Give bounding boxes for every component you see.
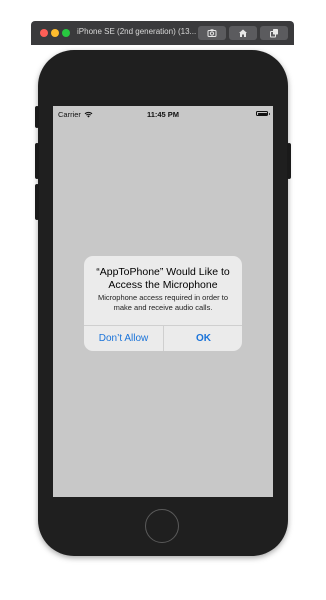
ok-button[interactable]: OK <box>164 326 242 351</box>
camera-icon <box>207 29 217 37</box>
home-button[interactable] <box>145 509 179 543</box>
device-screen: Carrier 11:45 PM “AppToPhone” Would Like… <box>53 106 273 497</box>
volume-up-button <box>35 143 39 179</box>
minimize-window-button[interactable] <box>51 29 59 37</box>
zoom-window-button[interactable] <box>62 29 70 37</box>
close-window-button[interactable] <box>40 29 48 37</box>
simulator-window: iPhone SE (2nd generation) (13... Carrie… <box>0 0 326 600</box>
home-icon <box>239 29 247 37</box>
alert-message: Microphone access required in order to m… <box>97 293 229 312</box>
rotate-button[interactable] <box>260 26 288 40</box>
screenshot-button[interactable] <box>198 26 226 40</box>
battery-cap <box>268 112 270 115</box>
dont-allow-button[interactable]: Don’t Allow <box>84 326 163 351</box>
status-time: 11:45 PM <box>146 110 180 119</box>
mute-switch <box>35 106 39 128</box>
status-bar: Carrier 11:45 PM <box>53 106 273 122</box>
rotate-icon <box>270 29 278 38</box>
power-button <box>287 143 291 179</box>
simulator-toolbar: iPhone SE (2nd generation) (13... <box>31 21 294 45</box>
home-toolbar-button[interactable] <box>229 26 257 40</box>
microphone-permission-alert: “AppToPhone” Would Like to Access the Mi… <box>84 256 242 351</box>
battery-icon <box>256 111 268 116</box>
battery-level <box>257 112 267 115</box>
alert-title: “AppToPhone” Would Like to Access the Mi… <box>96 266 230 291</box>
volume-down-button <box>35 184 39 220</box>
